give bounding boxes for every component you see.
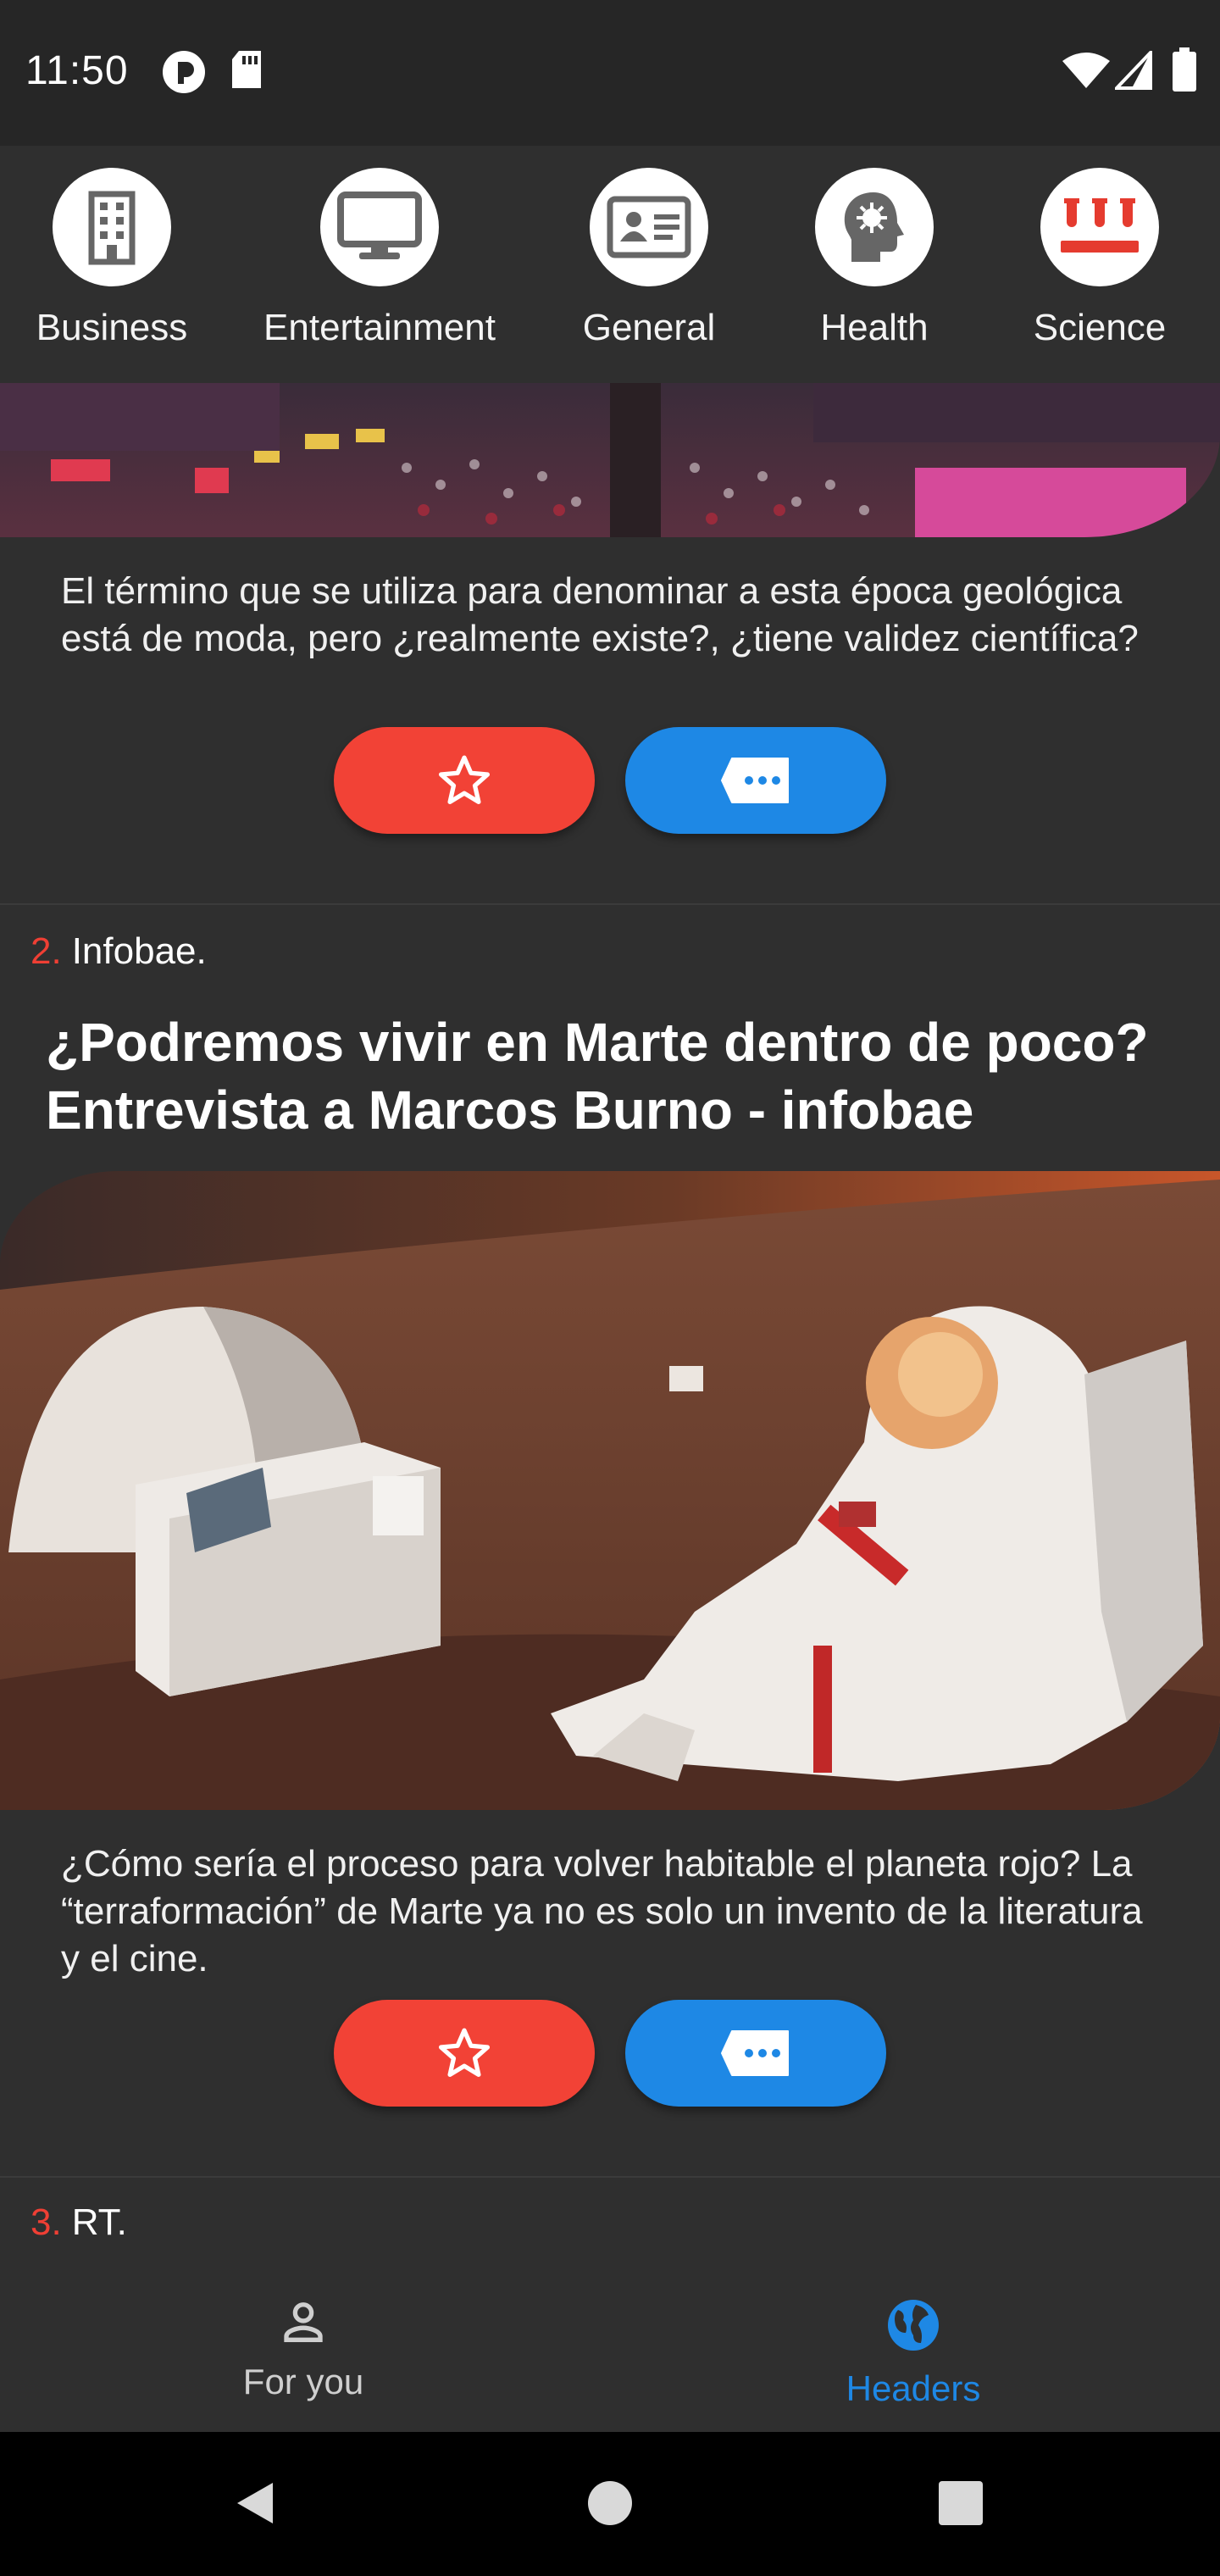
person-icon [284, 2302, 323, 2342]
category-label: General [582, 307, 716, 348]
category-label: Health [820, 307, 929, 348]
recents-icon[interactable] [937, 2479, 984, 2527]
nav-label: Headers [846, 2368, 981, 2408]
back-icon[interactable] [230, 2478, 281, 2529]
test-tubes-icon [1040, 168, 1159, 286]
star-icon [438, 2028, 491, 2077]
app-notification-icon [161, 49, 207, 99]
building-icon [53, 168, 171, 286]
article-header: 2. Infobae. [30, 930, 207, 973]
battery-icon [1173, 47, 1196, 96]
home-icon[interactable] [586, 2479, 634, 2527]
favorite-button[interactable] [334, 727, 595, 834]
category-entertainment[interactable]: Entertainment [252, 168, 507, 349]
wifi-icon [1062, 53, 1110, 94]
comment-button[interactable] [625, 2000, 886, 2107]
nav-headers[interactable]: Headers [761, 2295, 1066, 2409]
favorite-button[interactable] [334, 2000, 595, 2107]
comment-icon [721, 2030, 789, 2076]
article-source: Infobae. [71, 930, 207, 972]
category-business[interactable]: Business [0, 168, 239, 349]
system-navigation-bar [0, 2432, 1220, 2576]
category-label: Science [1033, 307, 1167, 348]
article-title[interactable]: ¿Podremos vivir en Marte dentro de poco?… [46, 1008, 1198, 1144]
article-number: 2. [30, 930, 62, 972]
monitor-icon [320, 168, 439, 286]
article-description: El término que se utiliza para denominar… [61, 570, 1139, 659]
head-virus-icon [815, 168, 934, 286]
article-image[interactable] [0, 383, 1220, 537]
article-source: RT. [71, 2201, 127, 2243]
category-label: Entertainment [263, 307, 496, 348]
category-label: Business [36, 307, 188, 348]
article-description: ¿Cómo sería el proceso para volver habit… [61, 1843, 1143, 1979]
signal-icon [1112, 48, 1152, 94]
category-science[interactable]: Science [973, 168, 1220, 349]
globe-icon [888, 2300, 939, 2351]
article-image[interactable] [0, 1171, 1220, 1810]
category-general[interactable]: General [522, 168, 776, 349]
comment-icon [721, 758, 789, 803]
bottom-navigation: For you Headers [0, 2244, 1220, 2432]
category-health[interactable]: Health [747, 168, 1001, 349]
status-bar: 11:50 [0, 0, 1220, 146]
news-feed[interactable]: El término que se utiliza para denominar… [0, 383, 1220, 2244]
status-time: 11:50 [25, 48, 129, 93]
nav-label: For you [242, 2362, 364, 2401]
divider [0, 903, 1220, 905]
nav-for-you[interactable]: For you [151, 2295, 456, 2402]
article-header: 3. RT. [30, 2201, 127, 2244]
sd-card-icon [230, 49, 264, 94]
article-number: 3. [30, 2201, 62, 2243]
star-icon [438, 755, 491, 804]
city-crowd-photo [0, 383, 1220, 537]
category-bar: Business Entertainment General Health Sc… [0, 146, 1220, 383]
comment-button[interactable] [625, 727, 886, 834]
divider [0, 2176, 1220, 2178]
id-card-icon [590, 168, 708, 286]
astronaut-mars-photo [0, 1171, 1220, 1810]
